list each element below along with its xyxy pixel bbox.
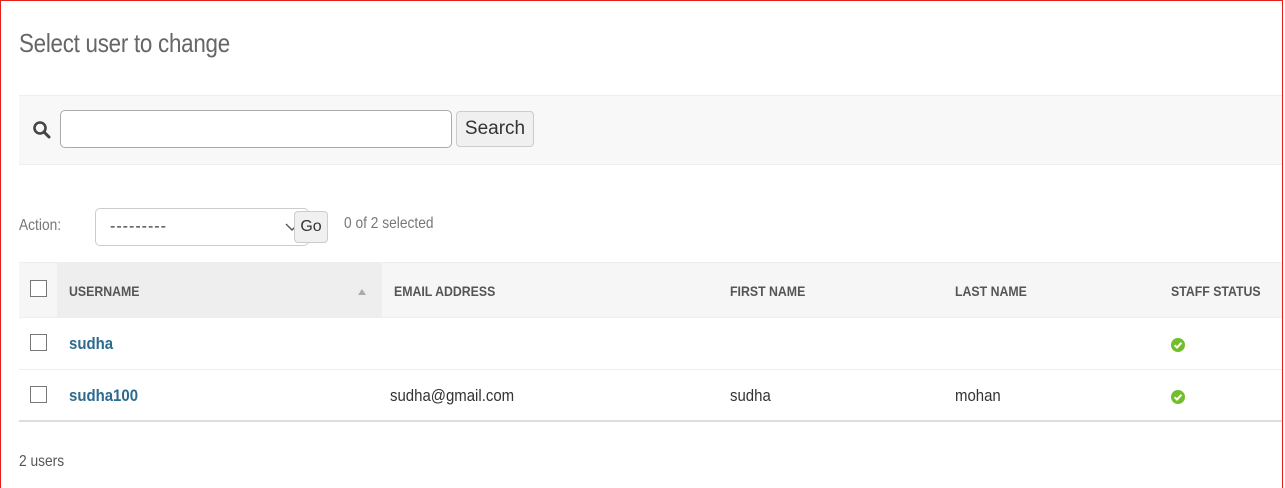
action-bar: Action: --------- Go 0 of 2 selected	[19, 207, 1219, 246]
staff-status-check-icon	[1171, 338, 1185, 352]
search-button[interactable]: Search	[456, 111, 534, 147]
row-checkbox[interactable]	[30, 334, 47, 351]
result-count: 2 users	[19, 453, 65, 470]
sort-ascending-icon[interactable]	[358, 289, 366, 295]
first-name-cell: sudha	[730, 386, 771, 405]
action-select[interactable]: ---------	[95, 208, 309, 246]
action-label: Action:	[19, 217, 62, 234]
table-header: USERNAME EMAIL ADDRESS FIRST NAME LAST N…	[19, 262, 1282, 318]
action-select-value: ---------	[110, 218, 167, 235]
username-link[interactable]: sudha100	[69, 386, 138, 406]
row-checkbox[interactable]	[30, 386, 47, 403]
search-icon	[33, 121, 51, 139]
column-header-username[interactable]: USERNAME	[69, 283, 140, 299]
search-toolbar: Search	[19, 95, 1282, 165]
staff-status-check-icon	[1171, 390, 1185, 404]
username-link[interactable]: sudha	[69, 334, 113, 354]
search-input[interactable]	[60, 110, 452, 148]
column-header-last-name[interactable]: LAST NAME	[955, 283, 1027, 299]
column-header-first-name[interactable]: FIRST NAME	[730, 283, 805, 299]
page-title: Select user to change	[19, 28, 230, 58]
column-header-staff-status[interactable]: STAFF STATUS	[1171, 283, 1261, 299]
table-row: sudha	[19, 318, 1282, 370]
go-button[interactable]: Go	[294, 211, 328, 243]
column-header-email[interactable]: EMAIL ADDRESS	[394, 283, 495, 299]
results-table: USERNAME EMAIL ADDRESS FIRST NAME LAST N…	[19, 262, 1282, 422]
select-all-checkbox[interactable]	[30, 280, 47, 297]
selected-count: 0 of 2 selected	[344, 215, 434, 232]
email-cell: sudha@gmail.com	[390, 386, 515, 405]
last-name-cell: mohan	[955, 386, 1001, 405]
table-row: sudha100 sudha@gmail.com sudha mohan	[19, 370, 1282, 422]
